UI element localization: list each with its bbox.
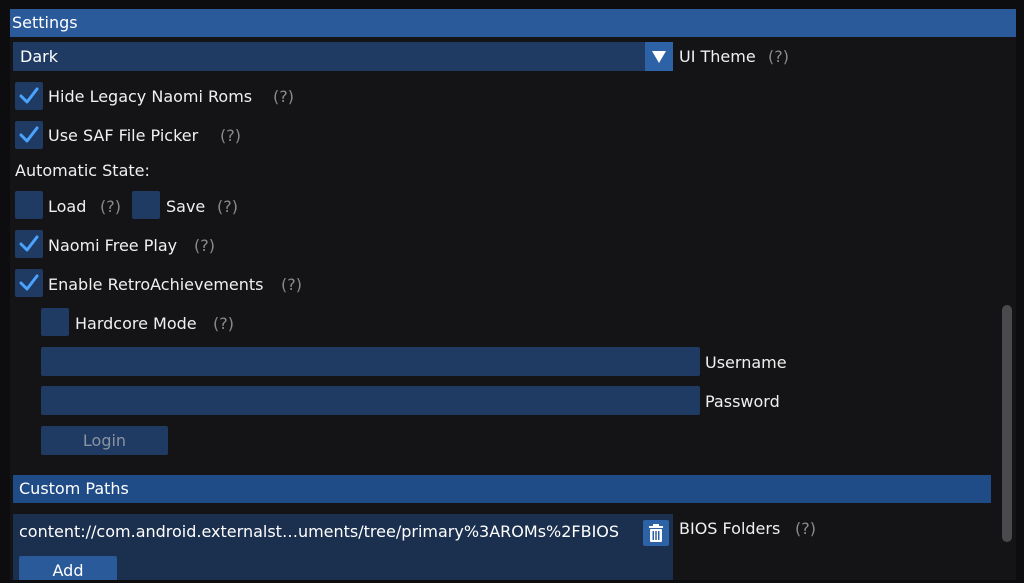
checkmark-icon — [19, 87, 39, 104]
retroachievements-help[interactable]: (?) — [281, 275, 302, 294]
delete-path-button[interactable] — [643, 520, 669, 546]
naomi-free-play-label: Naomi Free Play — [48, 236, 178, 255]
window-title: Settings — [10, 9, 1016, 37]
custom-paths-header[interactable]: Custom Paths — [13, 475, 991, 503]
ui-theme-value: Dark — [20, 47, 58, 66]
retroachievements-checkbox[interactable] — [15, 269, 43, 297]
saf-picker-label: Use SAF File Picker — [48, 126, 199, 145]
scrollbar-thumb[interactable] — [1002, 305, 1012, 542]
hardcore-mode-label: Hardcore Mode — [75, 314, 197, 333]
saf-picker-help[interactable]: (?) — [220, 126, 241, 145]
bios-folders-help[interactable]: (?) — [795, 519, 816, 538]
checkmark-icon — [19, 235, 39, 252]
hide-legacy-label: Hide Legacy Naomi Roms — [48, 87, 253, 106]
save-checkbox[interactable] — [132, 191, 160, 219]
load-label: Load — [48, 197, 87, 216]
hardcore-mode-help[interactable]: (?) — [213, 314, 234, 333]
login-button[interactable]: Login — [41, 426, 168, 455]
load-checkbox[interactable] — [15, 191, 43, 219]
ui-theme-label: UI Theme — [679, 47, 756, 66]
saf-picker-checkbox[interactable] — [15, 121, 43, 149]
retroachievements-label: Enable RetroAchievements — [48, 275, 264, 294]
trash-icon — [649, 524, 663, 542]
automatic-state-label: Automatic State: — [15, 161, 150, 180]
username-label: Username — [705, 353, 787, 372]
naomi-free-play-checkbox[interactable] — [15, 230, 43, 258]
add-path-button[interactable]: Add — [19, 556, 117, 580]
save-label: Save — [166, 197, 206, 216]
password-label: Password — [705, 392, 780, 411]
checkmark-icon — [19, 274, 39, 291]
load-help[interactable]: (?) — [100, 197, 121, 216]
naomi-free-play-help[interactable]: (?) — [194, 236, 215, 255]
save-help[interactable]: (?) — [217, 197, 238, 216]
ui-theme-combo[interactable]: Dark — [13, 42, 673, 71]
password-input[interactable] — [41, 386, 700, 415]
bios-path-list: content://com.android.externalst…uments/… — [13, 514, 673, 580]
username-input[interactable] — [41, 347, 700, 376]
bios-folders-label: BIOS Folders — [679, 519, 781, 538]
hide-legacy-checkbox[interactable] — [15, 82, 43, 110]
ui-theme-help[interactable]: (?) — [768, 47, 789, 66]
hardcore-mode-checkbox[interactable] — [41, 308, 69, 336]
settings-window: Settings Dark UI Theme (?) Hide Legacy N… — [10, 9, 1016, 580]
triangle-down-icon — [652, 51, 666, 63]
checkmark-icon — [19, 126, 39, 143]
hide-legacy-help[interactable]: (?) — [273, 87, 294, 106]
dropdown-arrow-button[interactable] — [645, 42, 673, 71]
bios-path-item: content://com.android.externalst…uments/… — [19, 522, 620, 541]
